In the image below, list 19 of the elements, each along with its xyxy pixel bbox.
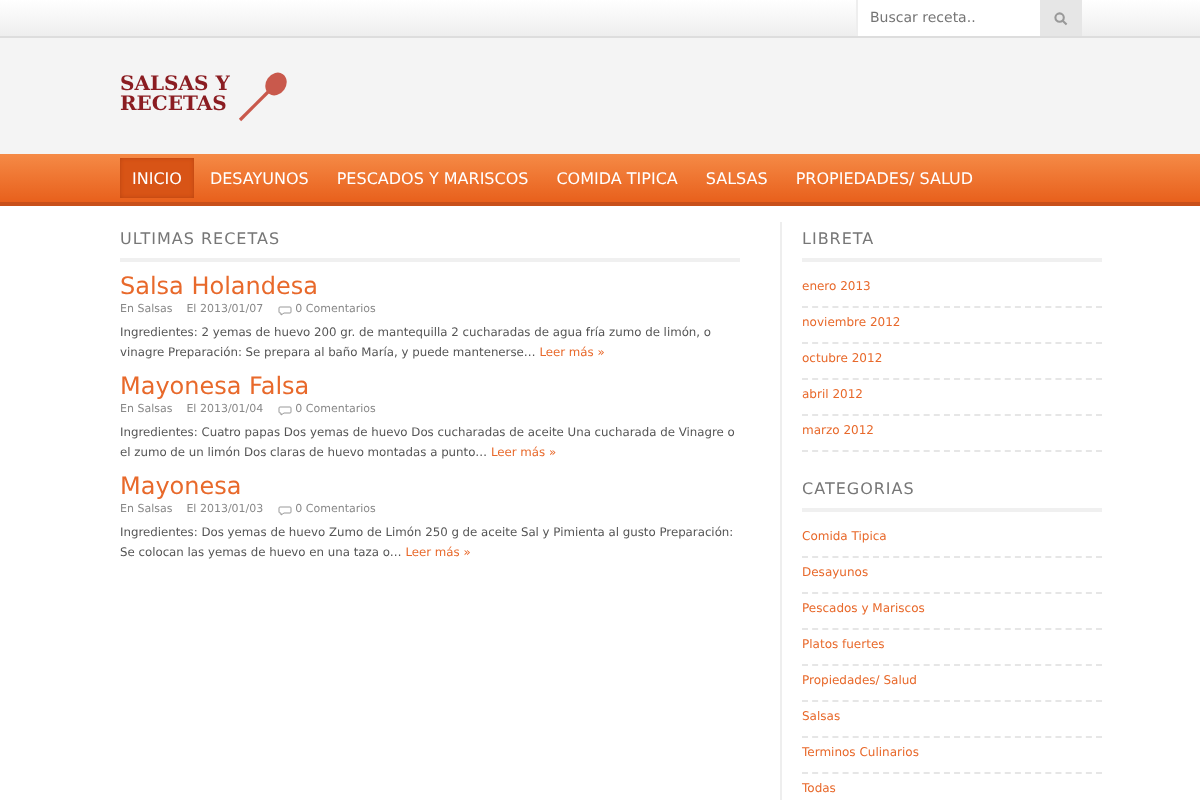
nav-link[interactable]: COMIDA TIPICA (544, 158, 690, 198)
nav-link[interactable]: PROPIEDADES/ SALUD (783, 158, 986, 198)
section-heading: ULTIMAS RECETAS (120, 222, 740, 262)
post-title[interactable]: Mayonesa (120, 472, 740, 500)
post-title[interactable]: Salsa Holandesa (120, 272, 740, 300)
spoon-icon (233, 70, 290, 122)
comment-icon (277, 405, 292, 415)
site-logo[interactable]: SALSAS Y RECETAS (120, 76, 230, 116)
nav-link[interactable]: SALSAS (693, 158, 780, 198)
nav-link[interactable]: INICIO (120, 158, 194, 198)
nav-link[interactable]: DESAYUNOS (197, 158, 321, 198)
section-heading: CATEGORIAS (802, 472, 1102, 512)
search-icon (1054, 11, 1068, 25)
nav-link[interactable]: PESCADOS Y MARISCOS (324, 158, 541, 198)
comment-icon (277, 505, 292, 515)
section-heading: LIBRETA (802, 222, 1102, 262)
comment-icon (277, 305, 292, 315)
search-button[interactable] (1040, 0, 1082, 36)
post-title[interactable]: Mayonesa Falsa (120, 372, 740, 400)
